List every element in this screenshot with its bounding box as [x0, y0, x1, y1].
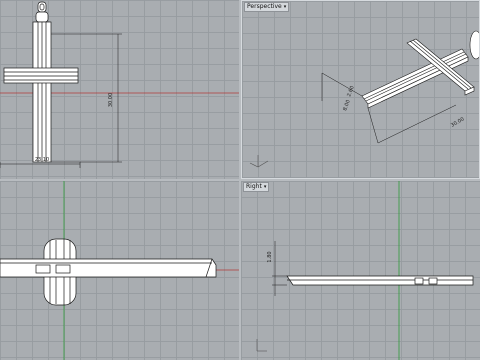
- bail-ring-persp: [469, 30, 479, 60]
- dim-persp-c: 30.00: [450, 116, 465, 128]
- axis-widget: [256, 339, 267, 352]
- right-viewport[interactable]: 1.80 Right ▾: [241, 181, 480, 360]
- chevron-down-icon: ▾: [263, 184, 267, 190]
- dim-persp-b: 8.00: [342, 99, 351, 112]
- cross-right-model: [286, 275, 474, 286]
- perspective-viewport-label[interactable]: Perspective ▾: [244, 2, 290, 12]
- dim-height-text: 30.00: [108, 93, 114, 107]
- top-viewport[interactable]: 30.00 23.10: [0, 0, 239, 179]
- cross-perspective-model: [361, 30, 479, 109]
- dimension-lines-top: [0, 33, 122, 168]
- top-view-canvas: 30.00 23.10: [0, 1, 239, 168]
- rhino-app: 30.00 23.10 2.60 8.00 30.00 Perspective …: [0, 0, 480, 360]
- bail-ring: [35, 11, 49, 23]
- front-viewport[interactable]: [0, 181, 239, 360]
- perspective-viewport[interactable]: 2.60 8.00 30.00 Perspective ▾: [241, 0, 480, 179]
- bar-front: [0, 258, 217, 278]
- cross-front-model: [0, 238, 217, 306]
- dim-thickness-text: 1.80: [267, 251, 273, 262]
- axis-widget: [249, 155, 269, 168]
- cross-top-model: [3, 1, 79, 163]
- horizontal-bar: [3, 67, 79, 84]
- right-viewport-label[interactable]: Right ▾: [243, 182, 270, 192]
- chevron-down-icon: ▾: [283, 4, 287, 10]
- bar-right: [286, 275, 474, 286]
- bail-loop: [37, 1, 47, 13]
- right-view-canvas: 1.80: [256, 181, 474, 360]
- perspective-view-canvas: 2.60 8.00 30.00: [249, 30, 479, 168]
- front-view-canvas: [0, 181, 239, 360]
- dim-width-text: 23.10: [35, 157, 49, 163]
- dimension-lines-right: [272, 241, 287, 296]
